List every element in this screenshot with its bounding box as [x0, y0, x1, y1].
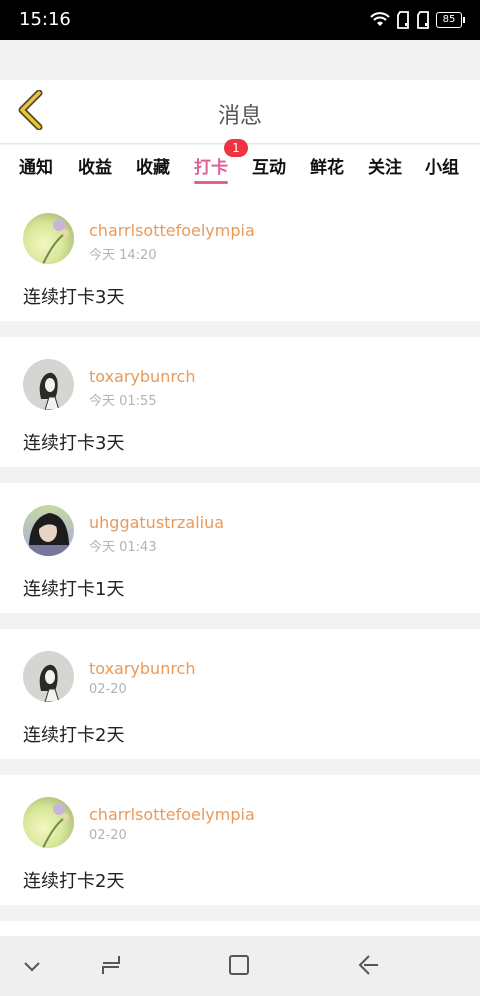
tab-earnings[interactable]: 收益: [78, 153, 112, 178]
list-item[interactable]: uhggatustrzaliua 今天 01:43 连续打卡1天: [0, 483, 480, 613]
checkin-message: 连续打卡3天: [23, 287, 125, 308]
sketch-girl-avatar[interactable]: [23, 651, 74, 702]
recent-apps-button[interactable]: [97, 952, 127, 982]
home-button[interactable]: [224, 952, 254, 982]
tab-label: 小组: [425, 158, 459, 178]
home-icon: [227, 953, 251, 981]
top-spacer: [0, 40, 480, 80]
username-link[interactable]: charrlsottefoelympia: [89, 805, 255, 824]
username-link[interactable]: uhggatustrzaliua: [89, 513, 224, 532]
tab-label: 鲜花: [310, 158, 344, 178]
back-nav-button[interactable]: [354, 952, 384, 982]
tab-label: 关注: [368, 158, 402, 178]
list-item[interactable]: charrlsottefoelympia 今天 14:20 连续打卡3天: [0, 191, 480, 321]
tab-following[interactable]: 关注: [368, 153, 402, 178]
tab-label: 收藏: [136, 158, 170, 178]
checkin-message: 连续打卡3天: [23, 433, 125, 454]
tab-label: 打卡: [194, 158, 228, 178]
tab-notifications[interactable]: 通知: [19, 153, 53, 178]
timestamp: 02-20: [89, 682, 127, 697]
tab-label: 通知: [19, 158, 53, 178]
header: 消息: [0, 80, 480, 144]
unread-badge: 1: [224, 139, 248, 157]
list-item[interactable]: charrlsottefoelympia 02-20 连续打卡2天: [0, 775, 480, 905]
page-title: 消息: [217, 104, 262, 129]
sim2-icon: [416, 11, 430, 29]
back-icon: [356, 952, 382, 982]
tab-checkin[interactable]: 打卡 1: [194, 139, 248, 184]
active-tab-indicator: [194, 181, 228, 184]
timestamp: 今天 01:55: [89, 394, 157, 409]
status-time: 15:16: [19, 9, 71, 30]
timestamp: 02-20: [89, 828, 127, 843]
list-item[interactable]: toxarybunrch 02-20 连续打卡2天: [0, 629, 480, 759]
checkin-message: 连续打卡2天: [23, 725, 125, 746]
tab-flowers[interactable]: 鲜花: [310, 153, 344, 178]
username-link[interactable]: toxarybunrch: [89, 367, 196, 386]
tab-groups[interactable]: 小组: [425, 153, 459, 178]
timestamp: 今天 01:43: [89, 540, 157, 555]
recent-apps-icon: [99, 952, 125, 982]
photo-girl-avatar[interactable]: [23, 505, 74, 556]
checkin-message: 连续打卡1天: [23, 579, 125, 600]
system-nav-bar: [0, 936, 480, 996]
checkin-message: 连续打卡2天: [23, 871, 125, 892]
status-icons: 85: [370, 10, 465, 30]
sim1-icon: [396, 11, 410, 29]
tab-interaction[interactable]: 互动: [252, 153, 286, 178]
tab-label: 收益: [78, 158, 112, 178]
tab-label: 互动: [252, 158, 286, 178]
status-bar: 15:16 85: [0, 0, 480, 40]
chevron-down-icon: [22, 958, 42, 977]
wifi-icon: [370, 12, 390, 28]
battery-icon: 85: [436, 12, 465, 28]
username-link[interactable]: toxarybunrch: [89, 659, 196, 678]
flower-avatar[interactable]: [23, 213, 74, 264]
timestamp: 今天 14:20: [89, 248, 157, 263]
hide-nav-button[interactable]: [17, 952, 47, 982]
flower-avatar[interactable]: [23, 797, 74, 848]
tab-bar: 通知 收益 收藏 打卡 1 互动 鲜花 关注 小组: [0, 139, 480, 191]
list-item[interactable]: toxarybunrch 今天 01:55 连续打卡3天: [0, 337, 480, 467]
username-link[interactable]: charrlsottefoelympia: [89, 221, 255, 240]
tab-favorites[interactable]: 收藏: [136, 153, 170, 178]
sketch-girl-avatar[interactable]: [23, 359, 74, 410]
